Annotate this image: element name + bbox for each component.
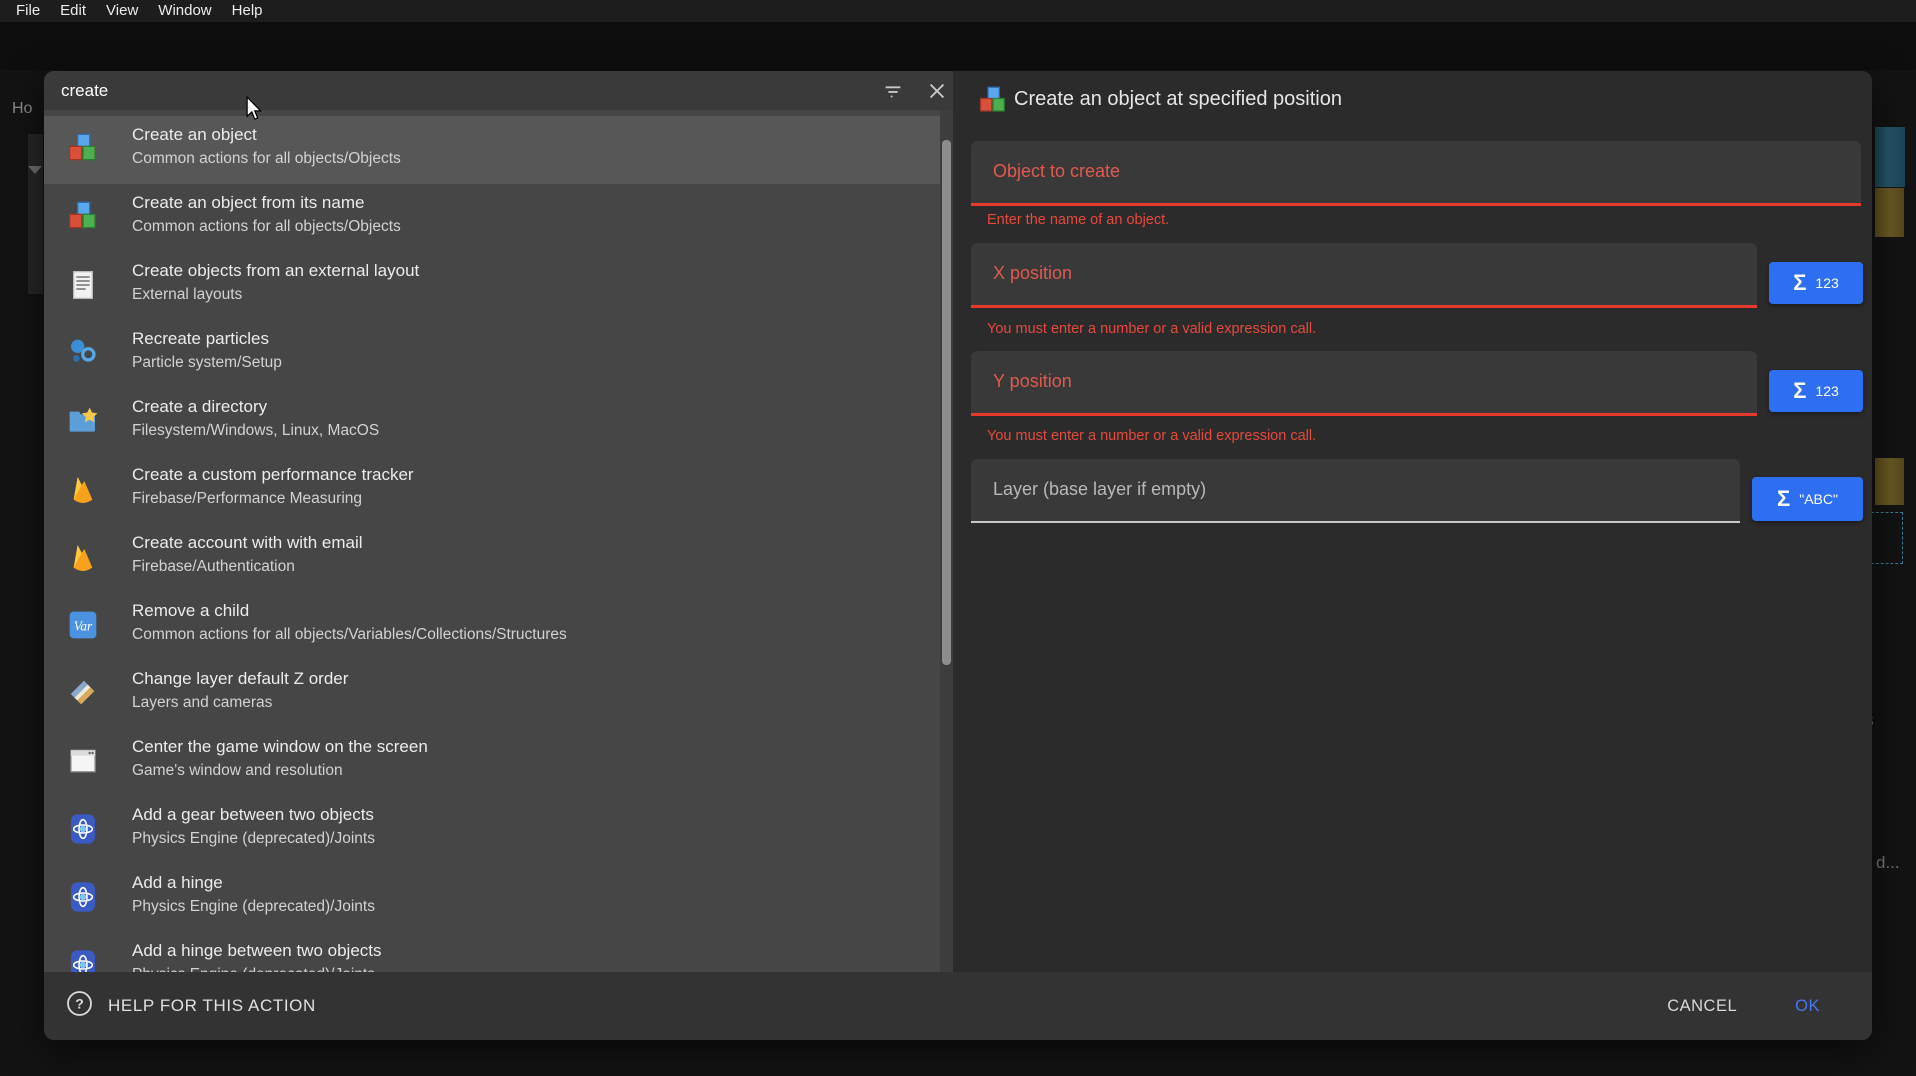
sigma-icon: Σ — [1793, 378, 1806, 404]
cubes-icon — [978, 86, 1008, 116]
instruction-list-item[interactable]: Add a hinge between two objects Physics … — [44, 932, 953, 972]
svg-text:?: ? — [75, 996, 84, 1012]
instruction-list-item[interactable]: Create an object from its name Common ac… — [44, 184, 953, 252]
layer-field[interactable]: Layer (base layer if empty) — [971, 459, 1740, 523]
folder-icon — [67, 405, 99, 437]
cubes-icon — [67, 133, 99, 165]
background-scene-tile — [1875, 127, 1905, 187]
dialog-footer: ? HELP FOR THIS ACTION CANCEL OK — [44, 972, 1872, 1040]
instruction-list-item[interactable]: Recreate particles Particle system/Setup — [44, 320, 953, 388]
instruction-list-item[interactable]: Create a custom performance tracker Fire… — [44, 456, 953, 524]
layer-expression-builder-button[interactable]: Σ "ABC" — [1752, 477, 1863, 521]
cancel-button[interactable]: CANCEL — [1657, 989, 1747, 1024]
instruction-parameters-panel: Create an object at specified position O… — [965, 71, 1872, 972]
menu-bar: File Edit View Window Help — [0, 0, 1916, 22]
instruction-list-item[interactable]: Var Remove a child Common actions for al… — [44, 592, 953, 660]
layers-icon — [67, 677, 99, 709]
background-scene-tile — [1875, 458, 1904, 505]
var-icon: Var — [67, 609, 99, 641]
y-position-placeholder: Y position — [993, 351, 1072, 411]
instruction-title: Create an object at specified position — [1014, 88, 1342, 111]
home-tab-fragment: Ho — [12, 100, 32, 118]
ok-button[interactable]: OK — [1785, 989, 1830, 1024]
background-scene-tile — [1875, 188, 1904, 237]
menu-item-window[interactable]: Window — [148, 0, 221, 22]
instruction-list-item[interactable]: Add a gear between two objects Physics E… — [44, 796, 953, 864]
dropdown-caret-icon — [28, 166, 42, 174]
x-position-placeholder: X position — [993, 243, 1072, 303]
instruction-editor-dialog: create Create an object Common actions f… — [44, 71, 1872, 1040]
physics-icon — [67, 881, 99, 913]
search-input[interactable]: create — [61, 71, 108, 110]
search-bar[interactable]: create — [44, 71, 953, 110]
list-scrollbar[interactable] — [940, 110, 953, 972]
firebase-icon — [67, 473, 99, 505]
y-position-field[interactable]: Y position — [971, 351, 1757, 416]
object-helper-text: Enter the name of an object. — [987, 212, 1169, 228]
help-for-this-action-button[interactable]: ? HELP FOR THIS ACTION — [66, 990, 316, 1022]
instruction-search-panel: create Create an object Common actions f… — [44, 71, 953, 972]
background-text-fragment: d... — [1876, 853, 1900, 873]
instruction-list-item[interactable]: Create account with with email Firebase/… — [44, 524, 953, 592]
instruction-list-item[interactable]: Change layer default Z order Layers and … — [44, 660, 953, 728]
object-to-create-placeholder: Object to create — [993, 141, 1120, 201]
instruction-list-item[interactable]: Add a hinge Physics Engine (deprecated)/… — [44, 864, 953, 932]
instruction-list-item[interactable]: Center the game window on the screen Gam… — [44, 728, 953, 796]
window-icon — [67, 745, 99, 777]
sigma-icon: Σ — [1777, 486, 1790, 512]
firebase-icon — [67, 541, 99, 573]
instruction-list: Create an object Common actions for all … — [44, 110, 953, 972]
y-expression-builder-button[interactable]: Σ 123 — [1769, 370, 1863, 412]
filter-icon[interactable] — [880, 78, 906, 104]
physics-icon — [67, 949, 99, 972]
menu-item-view[interactable]: View — [96, 0, 148, 22]
x-expression-builder-button[interactable]: Σ 123 — [1769, 262, 1863, 304]
instruction-list-item[interactable]: Create objects from an external layout E… — [44, 252, 953, 320]
x-position-error-text: You must enter a number or a valid expre… — [987, 321, 1316, 337]
help-circle-icon: ? — [66, 990, 93, 1022]
physics-icon — [67, 813, 99, 845]
particles-icon — [67, 337, 99, 369]
y-position-error-text: You must enter a number or a valid expre… — [987, 428, 1316, 444]
toolbar — [0, 22, 1916, 70]
x-position-field[interactable]: X position — [971, 243, 1757, 308]
instruction-list-item[interactable]: Create an object Common actions for all … — [44, 116, 953, 184]
close-icon[interactable] — [924, 78, 950, 104]
object-to-create-field[interactable]: Object to create — [971, 141, 1861, 206]
layer-placeholder: Layer (base layer if empty) — [993, 459, 1206, 519]
cubes-icon — [67, 201, 99, 233]
menu-item-help[interactable]: Help — [222, 0, 273, 22]
document-icon — [67, 269, 99, 301]
sigma-icon: Σ — [1793, 270, 1806, 296]
background-panel-edge — [28, 134, 43, 294]
svg-text:Var: Var — [74, 618, 93, 633]
scrollbar-thumb[interactable] — [942, 140, 951, 665]
menu-item-edit[interactable]: Edit — [50, 0, 96, 22]
instruction-list-item[interactable]: Create a directory Filesystem/Windows, L… — [44, 388, 953, 456]
background-selection-outline — [1871, 512, 1903, 564]
menu-item-file[interactable]: File — [6, 0, 50, 22]
